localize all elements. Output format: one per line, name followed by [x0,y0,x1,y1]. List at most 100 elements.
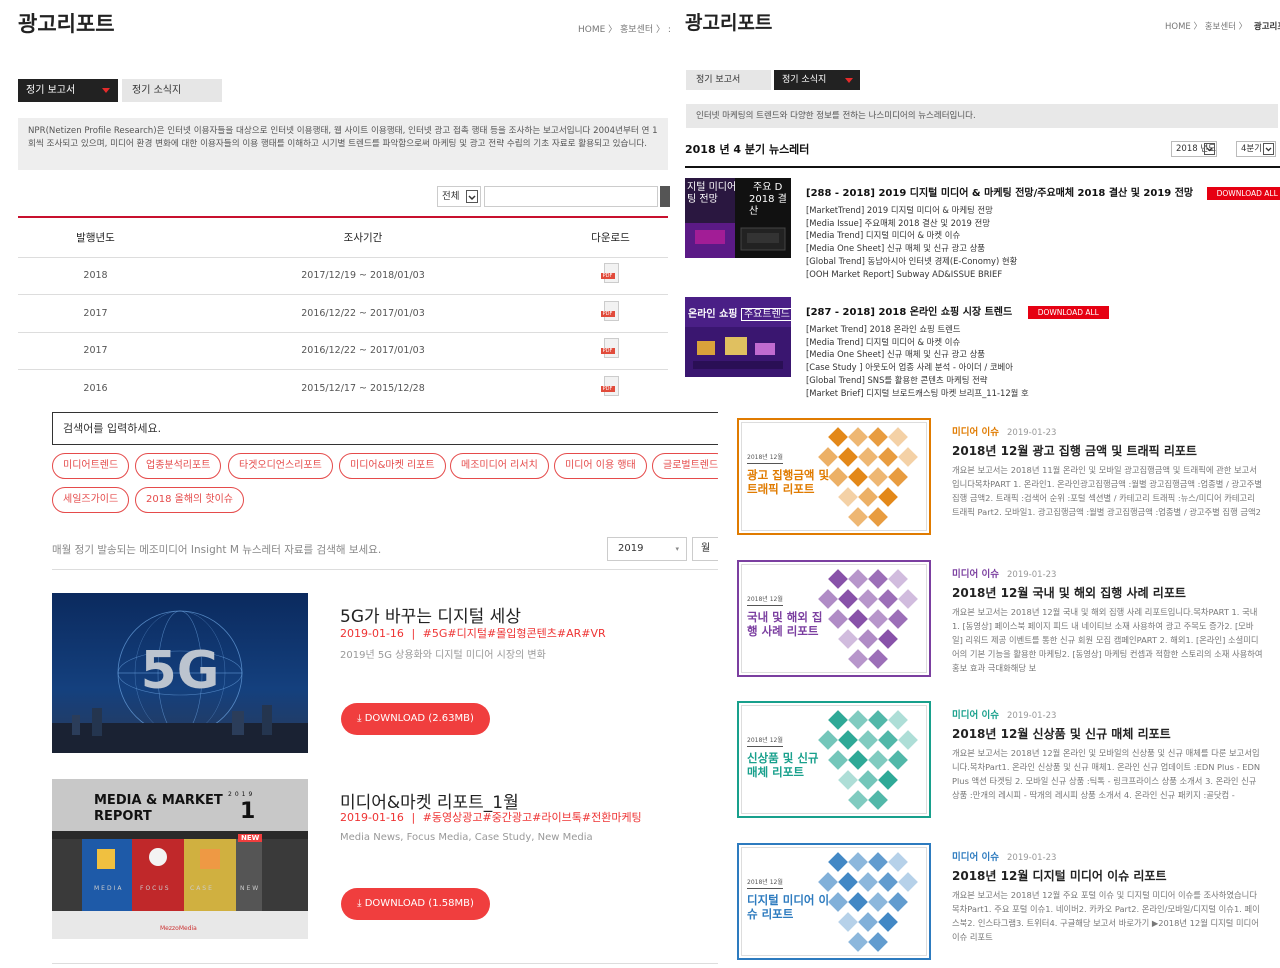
download-button[interactable]: ⤓ DOWNLOAD (1.58MB) [341,888,490,920]
search-button[interactable] [660,186,670,207]
quarter-select[interactable]: 4분기 [1236,141,1276,157]
year-select[interactable]: 2019 ▾ [607,537,687,561]
report-thumbnail-5g[interactable]: 5G [52,593,308,753]
column-header-period: 조사기간 [173,217,553,258]
list-item[interactable]: [OOH Market Report] Subway AD&ISSUE BRIE… [806,268,1017,281]
pdf-icon[interactable]: PDF [600,263,621,285]
list-item[interactable]: [Case Study ] 아웃도어 업종 사례 분석 - 아이더 / 코베아 [806,361,1029,374]
thumb-text: 주요 D 2018 결산 [749,182,787,217]
tag-hot-issue[interactable]: 2018 올해의 핫이슈 [135,487,245,513]
search-input[interactable]: 검색어를 입력하세요. [52,412,718,445]
report-summary: 2019년 5G 상용화와 디지털 미디어 시장의 변화 [340,650,546,661]
card-title[interactable]: 2018년 12월 신상품 및 신규 매체 리포트 [952,725,1171,742]
newsletter-title-text[interactable]: [287 - 2018] 2018 온라인 쇼핑 시장 트렌드 [806,307,1012,318]
card-thumbnail[interactable]: 2018년 12월 광고 집행금액 및 트래픽 리포트 [737,418,931,535]
list-item[interactable]: [Media Trend] 디지털 미디어 & 마켓 이슈 [806,336,1029,349]
thumb-title: 광고 집행금액 및 트래픽 리포트 [747,468,830,496]
tab-newsletter[interactable]: 정기 소식지 [122,79,222,102]
download-all-button[interactable]: DOWNLOAD ALL [1027,305,1109,319]
list-item[interactable]: [Global Trend] 동남아시아 인터넷 경제(E-Conomy) 현황 [806,255,1017,268]
list-item[interactable]: [Global Trend] SNS를 활용한 콘텐츠 마케팅 전략 [806,374,1029,387]
newsletter-title[interactable]: [288 - 2018] 2019 디지털 미디어 & 마케팅 전망/주요매체 … [806,184,1280,200]
list-item[interactable]: [MarketTrend] 2019 디지털 미디어 & 마케팅 전망 [806,204,1017,217]
newsletter-title[interactable]: [287 - 2018] 2018 온라인 쇼핑 시장 트렌드 DOWNLOAD… [806,303,1109,319]
breadcrumb-path[interactable]: HOME 〉 홍보센터 〉 [1165,22,1247,32]
tab-newsletter[interactable]: 정기 소식지 [774,70,860,90]
card-date: 2019-01-23 [1007,428,1057,438]
report-tags[interactable]: #5G#디지털#몰입형콘텐츠#AR#VR [423,627,606,640]
list-item[interactable]: [Media Issue] 주요매체 2018 결산 및 2019 전망 [806,217,1017,230]
chevron-down-icon [845,78,853,83]
tab-regular-report[interactable]: 정기 보고서 [686,70,771,90]
tag-mezzo-research[interactable]: 메조미디어 리서치 [450,453,549,479]
card-summary: 개요본 보고서는 2018년 11월 온라인 및 모바일 광고집행금액 및 트래… [952,465,1262,517]
card-thumbnail[interactable]: 2018년 12월 국내 및 해외 집행 사례 리포트 [737,560,931,677]
download-label: DOWNLOAD (1.58MB) [364,898,474,909]
newsletter-description: 인터넷 마케팅의 트렌드와 다양한 정보를 전하는 나스미디어의 뉴스레터입니다… [686,104,1278,128]
breadcrumb[interactable]: HOME 〉 홍보센터 〉 : [578,22,671,35]
tab-label: 정기 보고서 [26,85,76,96]
download-all-button[interactable]: DOWNLOAD ALL [1206,186,1280,200]
report-tags[interactable]: #동영상광고#중간광고#라이브톡#전환마케팅 [423,811,642,824]
report-date: 2019-01-16 [340,811,404,824]
list-item[interactable]: [Market Brief] 디지털 브로드캐스팅 마켓 브리프_11-12월 … [806,387,1029,400]
pdf-icon[interactable]: PDF [600,338,621,360]
thumb-new-badge: NEW [238,834,263,842]
chevron-down-icon [466,190,478,203]
download-button[interactable]: ⤓ DOWNLOAD (2.63MB) [341,703,490,735]
tag-media-trend[interactable]: 미디어트렌드 [52,453,130,479]
search-input[interactable] [484,186,658,207]
list-item[interactable]: [Media Trend] 디지털 미디어 & 마켓 이슈 [806,229,1017,242]
media-issue-panel: 2018년 12월 광고 집행금액 및 트래픽 리포트 미디어 이슈 2019-01-… [718,405,1280,968]
period-cell: 2015/12/17 ~ 2015/12/28 [173,369,553,405]
list-item[interactable]: [Media One Sheet] 신규 매체 및 신규 광고 상품 [806,242,1017,255]
download-icon: ⤓ [357,713,362,724]
list-item[interactable]: [Market Trend] 2018 온라인 쇼핑 트렌드 [806,323,1029,336]
tab-regular-report[interactable]: 정기 보고서 [18,79,118,102]
chevron-down-icon [102,88,110,93]
newsletter-items: [MarketTrend] 2019 디지털 미디어 & 마케팅 전망 [Med… [806,204,1017,280]
thumb-word: CASE [190,885,214,892]
tag-sales-guide[interactable]: 세일즈가이드 [52,487,130,513]
thumb-year: 2019 [228,791,256,798]
tab-label: 정기 소식지 [782,75,827,85]
month-select[interactable]: 월 [692,537,718,561]
tag-target-audience[interactable]: 타겟오디언스리포트 [228,453,333,479]
quarter-value: 4분기 [1241,144,1263,154]
card-category: 미디어 이슈 2019-01-23 [952,427,1057,438]
tag-media-usage[interactable]: 미디어 이용 행태 [554,453,647,479]
insight-m-panel: 검색어를 입력하세요. 미디어트렌드 업종분석리포트 타겟오디언스리포트 미디어… [0,405,718,968]
card-thumbnail[interactable]: 2018년 12월 신상품 및 신규 매체 리포트 [737,701,931,818]
card-thumbnail[interactable]: 2018년 12월 디지털 미디어 이슈 리포트 [737,843,931,960]
pdf-icon[interactable]: PDF [600,300,621,323]
card-title[interactable]: 2018년 12월 국내 및 해외 집행 사례 리포트 [952,584,1186,601]
period-cell: 2016/12/22 ~ 2017/01/03 [173,294,553,333]
thumb-label: 5G [140,641,220,701]
newsletter-thumbnail[interactable]: 지털 미디어 팅 전망 주요 D 2018 결산 [685,178,791,258]
period-cell: 2017/12/19 ~ 2018/01/03 [173,257,553,295]
card-title[interactable]: 2018년 12월 광고 집행 금액 및 트래픽 리포트 [952,442,1197,459]
tag-media-market[interactable]: 미디어&마켓 리포트 [339,453,446,479]
separator: | [411,627,416,640]
card-summary: 개요본 보고서는 2018년 12월 국내 및 해외 집행 사례 리포트입니다.… [952,607,1263,673]
tag-global-trend[interactable]: 글로벌트렌드 [652,453,718,479]
report-title[interactable]: 5G가 바꾸는 디지털 세상 [340,602,521,627]
report-thumbnail-media-market[interactable]: MEDIA & MARKET REPORT 2019 1 NEW MEDIA F… [52,779,308,939]
thumb-date-label: 2018년 12월 [747,735,783,747]
pdf-icon[interactable]: PDF [600,375,621,398]
breadcrumb[interactable]: HOME 〉 홍보센터 〉 광고리포트 [1165,20,1280,32]
list-item[interactable]: [Media One Sheet] 신규 매체 및 신규 광고 상품 [806,348,1029,361]
npr-report-panel: 광고리포트 HOME 〉 홍보센터 〉 : 정기 보고서 정기 소식지 NPR(… [0,0,680,405]
divider [52,569,718,570]
newsletter-thumbnail[interactable]: 온라인 쇼핑 주요트렌드 [685,297,791,377]
tag-industry-report[interactable]: 업종분석리포트 [135,453,222,479]
quarter-heading: 2018 년 4 분기 뉴스레터 [685,143,810,156]
filter-select[interactable]: 전체 [437,186,481,207]
breadcrumb-current: 광고리포트 [1253,22,1280,32]
newsletter-title-text[interactable]: [288 - 2018] 2019 디지털 미디어 & 마케팅 전망/주요매체 … [806,188,1193,199]
card-date: 2019-01-23 [1007,711,1057,721]
card-title[interactable]: 2018년 12월 디지털 미디어 이슈 리포트 [952,867,1167,884]
thumb-text: 온라인 쇼핑 주요트렌드 [688,305,791,321]
year-select[interactable]: 2018 년도 [1171,141,1217,157]
thumb-word: FOCUS [140,885,171,892]
